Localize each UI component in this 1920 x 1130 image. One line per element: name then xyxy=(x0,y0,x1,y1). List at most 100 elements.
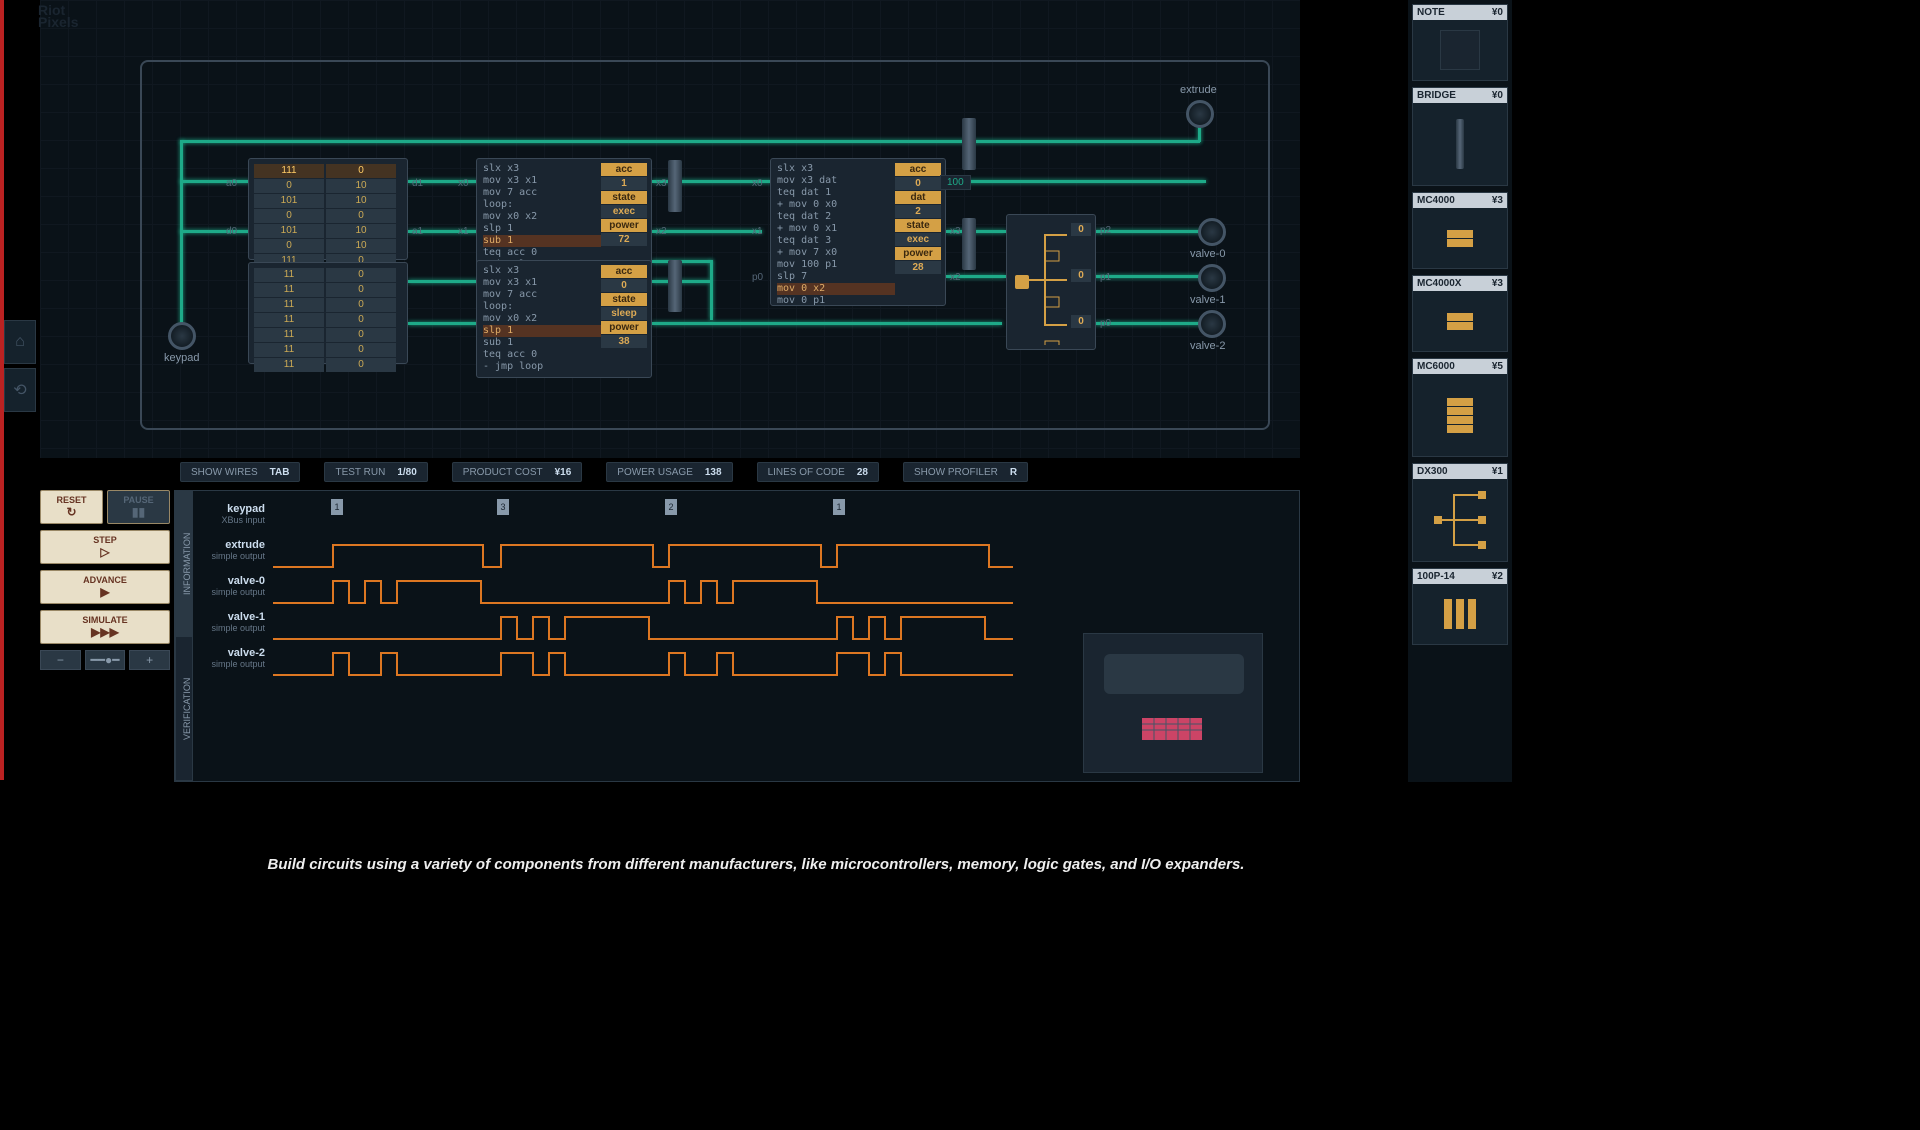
information-tab[interactable]: INFORMATION xyxy=(175,491,193,636)
advance-button[interactable]: ADVANCE▶ xyxy=(40,570,170,604)
mem-cell[interactable]: 0 xyxy=(326,358,396,372)
mem-cell[interactable]: 0 xyxy=(326,164,396,178)
connector[interactable] xyxy=(962,218,976,270)
connector[interactable] xyxy=(668,160,682,212)
mem-cell[interactable]: 10 xyxy=(326,194,396,208)
step-icon: ▷ xyxy=(100,545,109,559)
mem-cell[interactable]: 101 xyxy=(254,194,324,208)
code-line[interactable]: slp 1 xyxy=(483,223,601,235)
code-line[interactable]: teq acc 0 xyxy=(483,247,601,259)
code-line[interactable]: + mov 7 x0 xyxy=(777,247,895,259)
part-bridge[interactable]: BRIDGE¥0 xyxy=(1412,87,1508,186)
code-line[interactable]: mov x3 x1 xyxy=(483,175,601,187)
verification-tab[interactable]: VERIFICATION xyxy=(175,636,193,781)
mem-cell[interactable]: 0 xyxy=(326,209,396,223)
code-line[interactable]: mov 7 acc xyxy=(483,187,601,199)
reg-label: dat xyxy=(895,191,941,204)
mcu-3[interactable]: slx x3 mov x3 dat teq dat 1+ mov 0 x0 te… xyxy=(770,158,946,306)
mem-cell[interactable]: 0 xyxy=(326,268,396,282)
part-dx300[interactable]: DX300¥1 xyxy=(1412,463,1508,562)
code-line[interactable]: mov x0 x2 xyxy=(483,313,601,325)
reg-label: acc xyxy=(601,163,647,176)
part-note[interactable]: NOTE¥0 xyxy=(1412,4,1508,81)
memory-chip-1[interactable]: 11101010101011101010010100 xyxy=(248,158,408,260)
mem-cell[interactable]: 10 xyxy=(326,179,396,193)
mem-cell[interactable]: 11 xyxy=(254,358,324,372)
circuit-board[interactable]: keypad extrude valve-0 valve-1 valve-2 1… xyxy=(40,0,1300,458)
code-line[interactable]: slp 7 xyxy=(777,271,895,283)
mem-cell[interactable]: 11 xyxy=(254,343,324,357)
code-line[interactable]: teq dat 3 xyxy=(777,235,895,247)
mem-cell[interactable]: 0 xyxy=(326,298,396,312)
socket-valve2[interactable] xyxy=(1198,310,1226,338)
code-line[interactable]: slx x3 xyxy=(777,163,895,175)
code-line[interactable]: mov 0 x2 xyxy=(777,283,895,295)
part-mc4000[interactable]: MC4000¥3 xyxy=(1412,192,1508,269)
mem-cell[interactable]: 0 xyxy=(254,239,324,253)
code-line[interactable]: slx x3 xyxy=(483,265,601,277)
simulate-button[interactable]: SIMULATE▶▶▶ xyxy=(40,610,170,644)
show-profiler-button[interactable]: SHOW PROFILERR xyxy=(903,462,1028,482)
socket-valve1[interactable] xyxy=(1198,264,1226,292)
code-line[interactable]: mov x0 x2 xyxy=(483,211,601,223)
mem-cell[interactable]: 11 xyxy=(254,328,324,342)
mem-cell[interactable]: 11 xyxy=(254,268,324,282)
waveform-area[interactable]: 1 3 2 1 xyxy=(273,491,1299,781)
code-line[interactable]: teq dat 2 xyxy=(777,211,895,223)
label-extrude: extrude xyxy=(1180,84,1217,96)
mem-cell[interactable]: 101 xyxy=(254,224,324,238)
socket-keypad[interactable] xyxy=(168,322,196,350)
zoom-slider[interactable]: ━━●━ xyxy=(85,650,126,670)
zoom-out-button[interactable]: − xyxy=(40,650,81,670)
mem-cell[interactable]: 11 xyxy=(254,313,324,327)
label-valve1: valve-1 xyxy=(1190,294,1225,306)
code-line[interactable]: sub 1 xyxy=(483,337,601,349)
part-mc4000x[interactable]: MC4000X¥3 xyxy=(1412,275,1508,352)
socket-valve0[interactable] xyxy=(1198,218,1226,246)
product-cost-stat: PRODUCT COST¥16 xyxy=(452,462,583,482)
code-line[interactable]: mov 100 p1 xyxy=(777,259,895,271)
mcu-2[interactable]: slx x3 mov x3 x1 mov 7 accloop: mov x0 x… xyxy=(476,260,652,378)
code-line[interactable]: slx x3 xyxy=(483,163,601,175)
mem-cell[interactable]: 10 xyxy=(326,239,396,253)
code-line[interactable]: sub 1 xyxy=(483,235,601,247)
code-line[interactable]: mov 0 p1 xyxy=(777,295,895,307)
memory-chip-2[interactable]: 111111111111110000000 xyxy=(248,262,408,364)
mem-cell[interactable]: 11 xyxy=(254,283,324,297)
home-tab[interactable]: ⌂ xyxy=(4,320,36,364)
connector[interactable] xyxy=(962,118,976,170)
part-100p-14[interactable]: 100P-14¥2 xyxy=(1412,568,1508,645)
mem-cell[interactable]: 0 xyxy=(326,313,396,327)
reset-button[interactable]: RESET↻ xyxy=(40,490,103,524)
mem-cell[interactable]: 11 xyxy=(254,298,324,312)
back-tab[interactable]: ⟲ xyxy=(4,368,36,412)
mem-cell[interactable]: 0 xyxy=(254,209,324,223)
code-line[interactable]: mov x3 dat xyxy=(777,175,895,187)
code-line[interactable]: teq dat 1 xyxy=(777,187,895,199)
code-line[interactable]: mov 7 acc xyxy=(483,289,601,301)
step-button[interactable]: STEP▷ xyxy=(40,530,170,564)
code-line[interactable]: loop: xyxy=(483,301,601,313)
code-line[interactable]: + mov 0 x0 xyxy=(777,199,895,211)
mem-cell[interactable]: 0 xyxy=(326,283,396,297)
mem-cell[interactable]: 0 xyxy=(326,328,396,342)
code-line[interactable]: - jmp loop xyxy=(483,361,601,373)
mcu-1[interactable]: slx x3 mov x3 x1 mov 7 accloop: mov x0 x… xyxy=(476,158,652,276)
code-line[interactable]: loop: xyxy=(483,199,601,211)
mem-cell[interactable]: 0 xyxy=(254,179,324,193)
show-wires-button[interactable]: SHOW WIRESTAB xyxy=(180,462,300,482)
mem-cell[interactable]: 111 xyxy=(254,164,324,178)
socket-extrude[interactable] xyxy=(1186,100,1214,128)
power-usage-stat: POWER USAGE138 xyxy=(606,462,732,482)
zoom-in-button[interactable]: + xyxy=(129,650,170,670)
connector[interactable] xyxy=(668,260,682,312)
code-line[interactable]: mov x3 x1 xyxy=(483,277,601,289)
mem-cell[interactable]: 10 xyxy=(326,224,396,238)
mem-cell[interactable]: 0 xyxy=(326,343,396,357)
part-mc6000[interactable]: MC6000¥5 xyxy=(1412,358,1508,457)
code-line[interactable]: slp 1 xyxy=(483,325,601,337)
pause-button[interactable]: PAUSE▮▮ xyxy=(107,490,170,524)
dx300-chip[interactable]: 0 0 0 xyxy=(1006,214,1096,350)
code-line[interactable]: + mov 0 x1 xyxy=(777,223,895,235)
code-line[interactable]: teq acc 0 xyxy=(483,349,601,361)
